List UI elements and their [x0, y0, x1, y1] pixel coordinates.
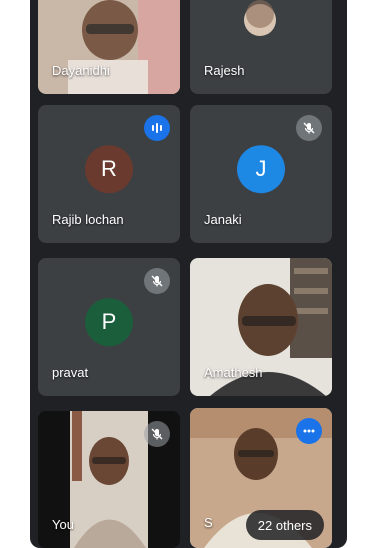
mic-off-icon	[296, 115, 322, 141]
meeting-grid: Dayanidhi Rajesh R Rajib lochan J Janaki…	[30, 0, 347, 548]
participant-name: Amathesh	[204, 365, 263, 380]
participant-tile-janaki[interactable]: J Janaki	[190, 105, 332, 243]
participant-tile-rajesh[interactable]: Rajesh	[190, 0, 332, 94]
participant-name: S	[204, 515, 213, 530]
participant-tile-you[interactable]: You	[38, 411, 180, 548]
participant-tile-dayanidhi[interactable]: Dayanidhi	[38, 0, 180, 94]
more-options-icon[interactable]	[296, 418, 322, 444]
participant-tile-others[interactable]: S 22 others	[190, 408, 332, 548]
video-feed-dayanidhi	[38, 0, 180, 94]
mic-off-icon	[144, 421, 170, 447]
speaking-indicator-icon	[144, 115, 170, 141]
participant-name: Rajib lochan	[52, 212, 124, 227]
participant-name: Rajesh	[204, 63, 245, 78]
avatar: R	[85, 145, 133, 194]
mic-off-icon	[144, 268, 170, 294]
participant-name: pravat	[52, 365, 89, 380]
participant-name: Janaki	[204, 212, 242, 227]
avatar: P	[85, 298, 133, 347]
others-count-chip[interactable]: 22 others	[245, 510, 324, 540]
participant-name: Dayanidhi	[52, 63, 110, 78]
participant-tile-amathesh[interactable]: Amathesh	[190, 258, 332, 396]
participant-name: You	[52, 517, 74, 532]
avatar: J	[237, 145, 285, 194]
participant-tile-pravat[interactable]: P pravat	[38, 258, 180, 396]
participant-tile-rajib-lochan[interactable]: R Rajib lochan	[38, 105, 180, 243]
video-feed-rajesh	[190, 0, 332, 94]
